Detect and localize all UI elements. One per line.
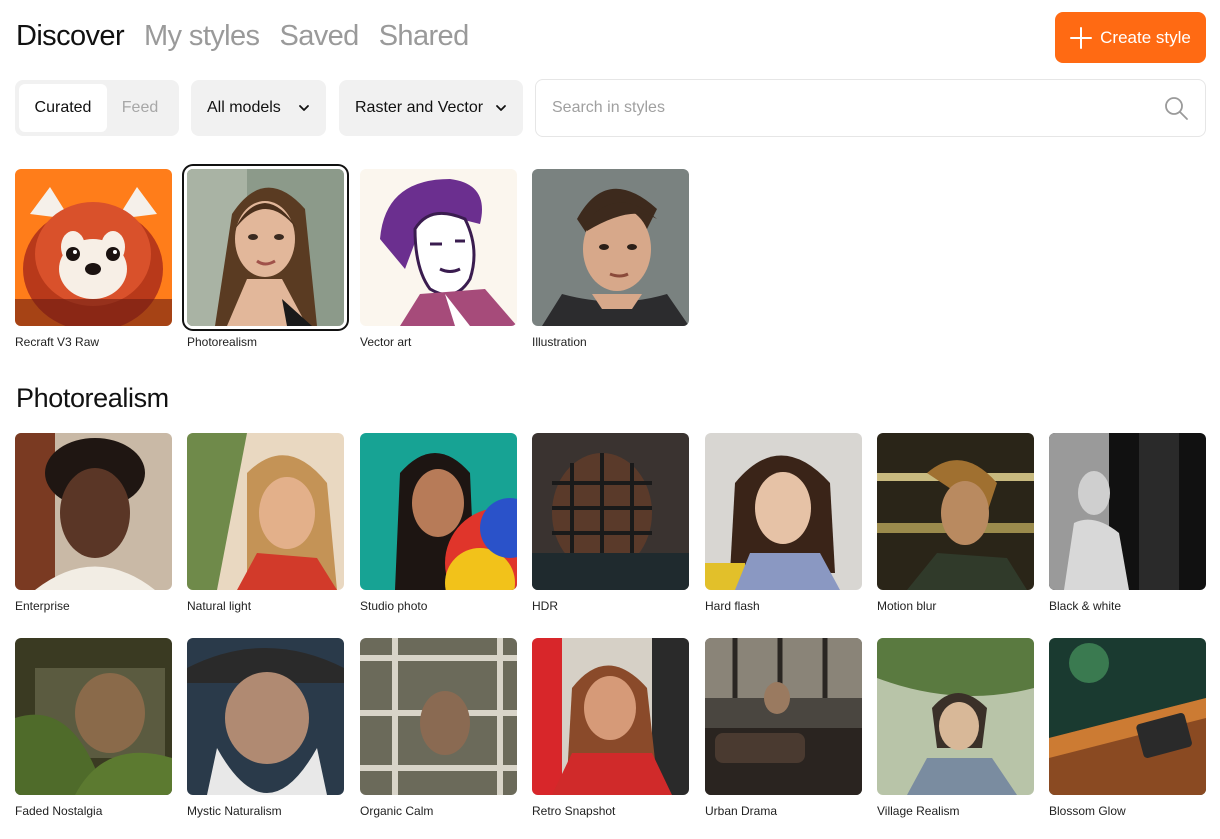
red-panda-image: [15, 169, 172, 326]
tab-shared[interactable]: Shared: [379, 20, 470, 53]
portrait-image: [15, 638, 172, 795]
style-card-black-white[interactable]: Black & white: [1049, 433, 1206, 613]
style-card-urban-drama[interactable]: Urban Drama: [705, 638, 862, 818]
style-card-label: Studio photo: [360, 599, 428, 613]
style-card-studio-photo[interactable]: Studio photo: [360, 433, 517, 613]
tab-my-styles[interactable]: My styles: [144, 20, 260, 53]
man-illustration-image: [532, 169, 689, 326]
type-dropdown[interactable]: Raster and Vector: [339, 80, 523, 136]
search-input[interactable]: [552, 99, 1163, 117]
style-card-natural-light[interactable]: Natural light: [187, 433, 344, 613]
portrait-image: [705, 638, 862, 795]
style-card-hard-flash[interactable]: Hard flash: [705, 433, 862, 613]
plus-icon: [1070, 26, 1093, 49]
style-card-retro-snapshot[interactable]: Retro Snapshot: [532, 638, 689, 818]
style-card-village-realism[interactable]: Village Realism: [877, 638, 1034, 818]
curated-feed-toggle: Curated Feed: [15, 80, 179, 136]
style-card-enterprise[interactable]: Enterprise: [15, 433, 172, 613]
style-card-label: Hard flash: [705, 599, 760, 613]
vector-portrait-image: [360, 169, 517, 326]
style-card-mystic-naturalism[interactable]: Mystic Naturalism: [187, 638, 344, 818]
style-card-label: Recraft V3 Raw: [15, 335, 100, 349]
portrait-image: [360, 638, 517, 795]
segment-feed[interactable]: Feed: [107, 84, 173, 132]
portrait-image: [187, 638, 344, 795]
style-card-label: Illustration: [532, 335, 587, 349]
style-card-label: Photorealism: [187, 335, 258, 349]
style-card-hdr[interactable]: HDR: [532, 433, 689, 613]
style-card-label: Blossom Glow: [1049, 804, 1126, 818]
style-card-label: Faded Nostalgia: [15, 804, 103, 818]
style-card-label: Retro Snapshot: [532, 804, 616, 818]
style-card-label: Urban Drama: [705, 804, 778, 818]
style-card-label: Black & white: [1049, 599, 1122, 613]
style-card-label: Natural light: [187, 599, 252, 613]
section-title: Photorealism: [16, 383, 169, 413]
style-card-label: Village Realism: [877, 804, 960, 818]
style-card-label: Motion blur: [877, 599, 937, 613]
tab-saved[interactable]: Saved: [279, 20, 359, 53]
style-card-label: Organic Calm: [360, 804, 434, 818]
style-tabs: Discover My styles Saved Shared: [16, 20, 469, 53]
style-card-illustration[interactable]: Illustration: [532, 169, 689, 349]
portrait-image: [877, 638, 1034, 795]
portrait-image: [360, 433, 517, 590]
chevron-down-icon: [496, 105, 506, 111]
portrait-image: [1049, 433, 1206, 590]
style-card-label: Vector art: [360, 335, 412, 349]
style-card-organic-calm[interactable]: Organic Calm: [360, 638, 517, 818]
portrait-image: [532, 433, 689, 590]
style-card-faded-nostalgia[interactable]: Faded Nostalgia: [15, 638, 172, 818]
style-card-recraft-v3-raw[interactable]: Recraft V3 Raw: [15, 169, 172, 349]
search-icon[interactable]: [1163, 95, 1189, 121]
style-card-vector-art[interactable]: Vector art: [360, 169, 517, 349]
woman-portrait-image: [187, 169, 344, 326]
segment-curated[interactable]: Curated: [19, 84, 107, 132]
portrait-image: [1049, 638, 1206, 795]
portrait-image: [532, 638, 689, 795]
tab-discover[interactable]: Discover: [16, 20, 125, 53]
portrait-image: [877, 433, 1034, 590]
style-card-label: HDR: [532, 599, 558, 613]
style-card-blossom-glow[interactable]: Blossom Glow: [1049, 638, 1206, 818]
models-dropdown-label: All models: [207, 99, 281, 116]
chevron-down-icon: [299, 105, 309, 111]
portrait-image: [187, 433, 344, 590]
style-card-motion-blur[interactable]: Motion blur: [877, 433, 1034, 613]
style-card-label: Mystic Naturalism: [187, 804, 282, 818]
style-card-label: Enterprise: [15, 599, 70, 613]
models-dropdown[interactable]: All models: [191, 80, 326, 136]
style-card-photorealism[interactable]: Photorealism: [187, 169, 344, 349]
create-style-button[interactable]: Create style: [1055, 12, 1206, 63]
type-dropdown-label: Raster and Vector: [355, 99, 484, 116]
create-style-label: Create style: [1100, 27, 1191, 47]
portrait-image: [15, 433, 172, 590]
search-box: [535, 79, 1206, 137]
portrait-image: [705, 433, 862, 590]
